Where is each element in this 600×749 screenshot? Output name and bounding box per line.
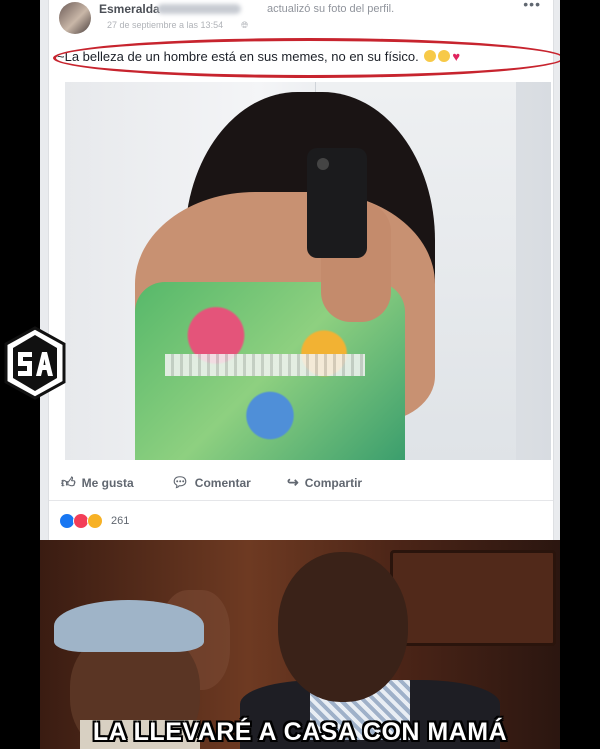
- share-label: Compartir: [304, 475, 363, 490]
- comment-icon: 💬︎: [171, 474, 189, 490]
- wow-reaction-icon: [87, 513, 103, 529]
- reaction-summary[interactable]: 261: [59, 513, 129, 529]
- reaction-count: 261: [111, 515, 130, 527]
- more-options-icon[interactable]: •••: [523, 0, 541, 12]
- meme-flat-cap: [54, 600, 204, 652]
- facebook-post: Esmeralda actualizó su foto del perfil. …: [48, 0, 560, 540]
- post-timestamp[interactable]: 27 de septiembre a las 13:54: [107, 20, 223, 30]
- share-button[interactable]: ↪ Compartir: [287, 474, 362, 491]
- comment-button[interactable]: 💬︎ Comentar: [171, 474, 251, 491]
- screenshot-frame: Esmeralda actualizó su foto del perfil. …: [40, 0, 560, 749]
- photo-phone: [307, 148, 367, 258]
- meme-caption: LA LLEVARÉ A CASA CON MAMÁ: [92, 718, 508, 746]
- post-action-text: actualizó su foto del perfil.: [267, 3, 395, 15]
- sa-logo-icon: [4, 326, 66, 400]
- blurred-surname: [157, 4, 241, 14]
- like-icon: 👍︎: [61, 474, 76, 490]
- author-name[interactable]: Esmeralda: [99, 2, 160, 16]
- meme-background-shelf: [390, 550, 556, 646]
- profile-photo[interactable]: [65, 82, 551, 460]
- globe-icon: 🌐︎: [241, 20, 249, 30]
- meme-bald-man: [278, 552, 408, 702]
- post-header: Esmeralda actualizó su foto del perfil. …: [49, 0, 553, 38]
- share-icon: ↪: [287, 474, 299, 490]
- comment-label: Comentar: [194, 475, 251, 490]
- like-button[interactable]: 👍︎ Me gusta: [61, 474, 134, 491]
- red-annotation-ellipse: [53, 38, 560, 78]
- photo-lace-waist: [165, 354, 365, 376]
- meme-image: LA LLEVARÉ A CASA CON MAMÁ: [40, 540, 560, 749]
- post-action-bar: 👍︎ Me gusta 💬︎ Comentar ↪ Compartir: [49, 466, 553, 501]
- like-label: Me gusta: [81, 475, 134, 490]
- avatar[interactable]: [59, 2, 91, 34]
